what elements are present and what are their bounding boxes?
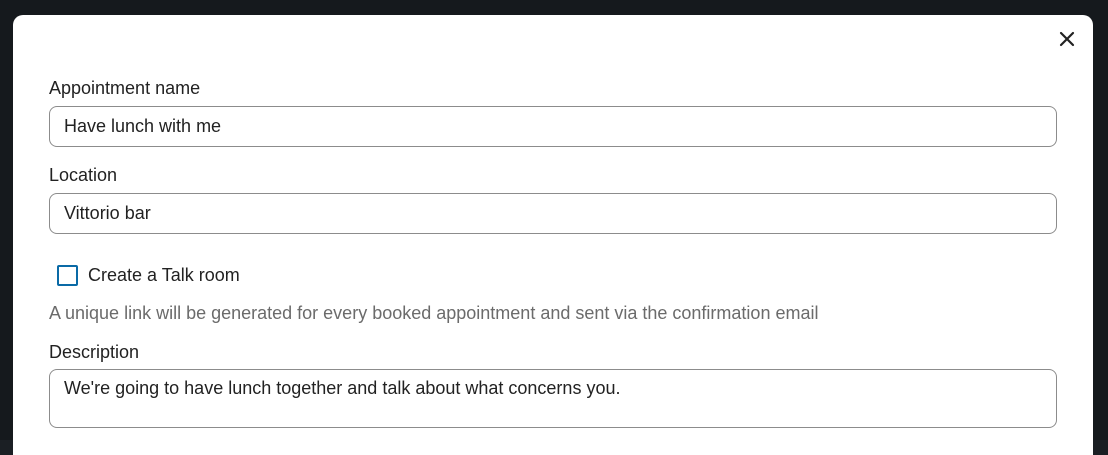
talk-room-hint: A unique link will be generated for ever…	[49, 303, 819, 323]
talk-room-checkbox[interactable]: Create a Talk room	[57, 262, 240, 288]
appointment-name-input[interactable]	[49, 106, 1057, 147]
location-label: Location	[49, 165, 118, 185]
appointment-dialog: Appointment name Location Create a Talk …	[13, 15, 1093, 455]
close-button[interactable]	[1055, 27, 1079, 51]
description-textarea[interactable]: We're going to have lunch together and t…	[49, 369, 1057, 428]
close-icon	[1059, 31, 1075, 47]
description-label: Description	[49, 342, 140, 362]
appointment-name-label: Appointment name	[49, 78, 201, 98]
checkbox-icon[interactable]	[57, 264, 78, 286]
talk-room-label: Create a Talk room	[88, 264, 240, 285]
location-input[interactable]	[49, 193, 1057, 234]
